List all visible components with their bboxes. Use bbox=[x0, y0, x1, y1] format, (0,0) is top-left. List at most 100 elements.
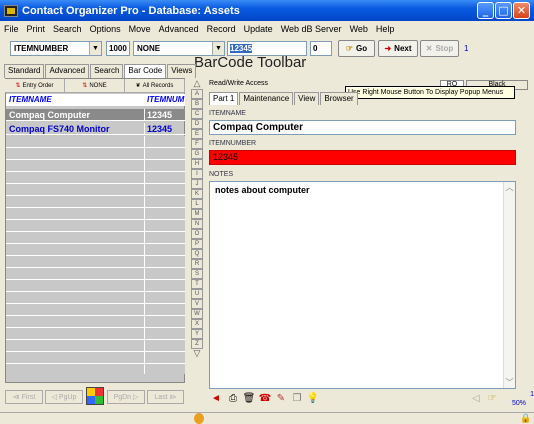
copy-icon[interactable]: ❐ bbox=[290, 392, 304, 406]
stop-label: Stop bbox=[435, 44, 454, 53]
field-select[interactable]: ITEMNUMBER ▼ bbox=[10, 41, 102, 56]
tab-part-1[interactable]: Part 1 bbox=[209, 92, 239, 105]
scroll-down-icon[interactable]: ﹀ bbox=[504, 377, 515, 388]
next-button[interactable]: ➜ Next bbox=[378, 40, 418, 57]
itemname-field[interactable]: Compaq Computer bbox=[209, 120, 516, 135]
notes-value: notes about computer bbox=[215, 185, 310, 195]
column-header-itemname[interactable]: ITEMNAME bbox=[9, 94, 52, 106]
menu-web[interactable]: Web bbox=[350, 24, 368, 34]
menu-help[interactable]: Help bbox=[376, 24, 395, 34]
trash-icon[interactable]: 🗑 bbox=[242, 392, 256, 406]
alpha-button[interactable]: S bbox=[191, 269, 203, 279]
tab-advanced[interactable]: Advanced bbox=[45, 64, 90, 78]
count-field[interactable]: 1000 bbox=[106, 41, 130, 56]
menu-advanced[interactable]: Advanced bbox=[159, 24, 199, 34]
all-records-button[interactable]: ❦ All Records bbox=[125, 79, 185, 92]
app-icon bbox=[4, 4, 18, 17]
list-item[interactable]: Compaq Computer 12345 bbox=[6, 109, 185, 121]
first-button[interactable]: ⧏ First bbox=[5, 390, 43, 404]
barcode-toolbar-title: BarCode Toolbar bbox=[194, 54, 307, 71]
go-icon[interactable]: ☞ bbox=[485, 392, 499, 406]
chevron-down-icon[interactable]: ▼ bbox=[89, 42, 101, 55]
tab-browser[interactable]: Browser bbox=[320, 92, 358, 105]
next-label: Next bbox=[394, 44, 412, 53]
alpha-button[interactable]: B bbox=[191, 99, 203, 109]
alpha-button[interactable]: C bbox=[191, 109, 203, 119]
down-arrow-icon[interactable]: ▽ bbox=[191, 349, 203, 359]
alpha-button[interactable]: V bbox=[191, 299, 203, 309]
alpha-button[interactable]: I bbox=[191, 169, 203, 179]
alpha-button[interactable]: E bbox=[191, 129, 203, 139]
alpha-button[interactable]: K bbox=[191, 189, 203, 199]
alpha-button[interactable]: D bbox=[191, 119, 203, 129]
alpha-button[interactable]: W bbox=[191, 309, 203, 319]
menu-options[interactable]: Options bbox=[90, 24, 121, 34]
alpha-button[interactable]: T bbox=[191, 279, 203, 289]
tab-search[interactable]: Search bbox=[90, 64, 124, 78]
list-item-num: 12345 bbox=[147, 124, 173, 134]
menu-print[interactable]: Print bbox=[27, 24, 46, 34]
last-button[interactable]: Last ⧐ bbox=[147, 390, 184, 404]
go-icon: ☞ bbox=[345, 44, 354, 53]
alpha-button[interactable]: G bbox=[191, 149, 203, 159]
go-label: Go bbox=[356, 44, 368, 53]
notes-textarea[interactable]: notes about computer ︿ ﹀ bbox=[209, 181, 516, 389]
pgdn-button[interactable]: PgDn ▷ bbox=[107, 390, 145, 404]
nav-back-icon[interactable]: ◁ bbox=[469, 392, 483, 406]
color-palette-icon[interactable] bbox=[86, 387, 104, 405]
alpha-button[interactable]: X bbox=[191, 319, 203, 329]
alpha-button[interactable]: H bbox=[191, 159, 203, 169]
alpha-button[interactable]: J bbox=[191, 179, 203, 189]
alpha-button[interactable]: R bbox=[191, 259, 203, 269]
stop-button[interactable]: ✕ Stop bbox=[420, 40, 459, 57]
menu-move[interactable]: Move bbox=[129, 24, 151, 34]
menu-record[interactable]: Record bbox=[207, 24, 236, 34]
column-header-itemnum[interactable]: ITEMNUM bbox=[147, 94, 184, 106]
menu-bar: File Print Search Options Move Advanced … bbox=[0, 21, 534, 36]
lightbulb-icon[interactable]: 💡 bbox=[306, 392, 320, 406]
up-arrow-icon[interactable]: △ bbox=[191, 79, 203, 89]
sort-bar: ⇅ Entry Order ⇅ NONE ❦ All Records bbox=[5, 79, 185, 93]
tab-standard[interactable]: Standard bbox=[4, 64, 45, 78]
menu-search[interactable]: Search bbox=[53, 24, 82, 34]
print-icon[interactable]: ⎙ bbox=[226, 392, 240, 406]
alpha-button[interactable]: F bbox=[191, 139, 203, 149]
itemnumber-field[interactable]: 12345 bbox=[209, 150, 516, 165]
zoom-level: 50% bbox=[512, 400, 527, 407]
list-item-num: 12345 bbox=[147, 110, 173, 120]
menu-web-db-server[interactable]: Web dB Server bbox=[281, 24, 342, 34]
close-button[interactable]: ✕ bbox=[513, 2, 530, 19]
alpha-button[interactable]: Q bbox=[191, 249, 203, 259]
maximize-button[interactable]: □ bbox=[495, 2, 512, 19]
arrow-left-icon[interactable]: ◄ bbox=[209, 392, 223, 406]
alpha-button[interactable]: U bbox=[191, 289, 203, 299]
go-button[interactable]: ☞ Go bbox=[338, 40, 375, 57]
menu-file[interactable]: File bbox=[4, 24, 19, 34]
edit-icon[interactable]: ✎ bbox=[274, 392, 288, 406]
alpha-button[interactable]: N bbox=[191, 219, 203, 229]
tab-maintenance[interactable]: Maintenance bbox=[239, 92, 294, 105]
minimize-button[interactable]: _ bbox=[477, 2, 494, 19]
pgup-button[interactable]: ◁ PgUp bbox=[45, 390, 83, 404]
alpha-button[interactable]: Y bbox=[191, 329, 203, 339]
alpha-button[interactable]: L bbox=[191, 199, 203, 209]
sort-none-button[interactable]: ⇅ NONE bbox=[65, 79, 125, 92]
access-label: Read/Write Access bbox=[209, 80, 269, 87]
phone-icon[interactable]: ☎ bbox=[258, 392, 272, 406]
scroll-up-icon[interactable]: ︿ bbox=[504, 182, 515, 193]
alpha-button[interactable]: A bbox=[191, 89, 203, 99]
all-records-label: All Records bbox=[142, 82, 174, 89]
tab-views[interactable]: Views bbox=[167, 64, 197, 78]
record-field[interactable]: 0 bbox=[310, 41, 332, 56]
alpha-button[interactable]: O bbox=[191, 229, 203, 239]
list-item[interactable]: Compaq FS740 Monitor 12345 bbox=[6, 123, 185, 135]
alpha-button[interactable]: P bbox=[191, 239, 203, 249]
sort-entry-order-button[interactable]: ⇅ Entry Order bbox=[5, 79, 65, 92]
notes-scrollbar[interactable]: ︿ ﹀ bbox=[503, 182, 515, 388]
tab-view[interactable]: View bbox=[294, 92, 320, 105]
menu-update[interactable]: Update bbox=[244, 24, 273, 34]
sort-icon: ⇅ bbox=[82, 83, 88, 89]
status-indicator-icon bbox=[194, 413, 204, 424]
tab-bar-code[interactable]: Bar Code bbox=[124, 64, 167, 78]
alpha-button[interactable]: M bbox=[191, 209, 203, 219]
